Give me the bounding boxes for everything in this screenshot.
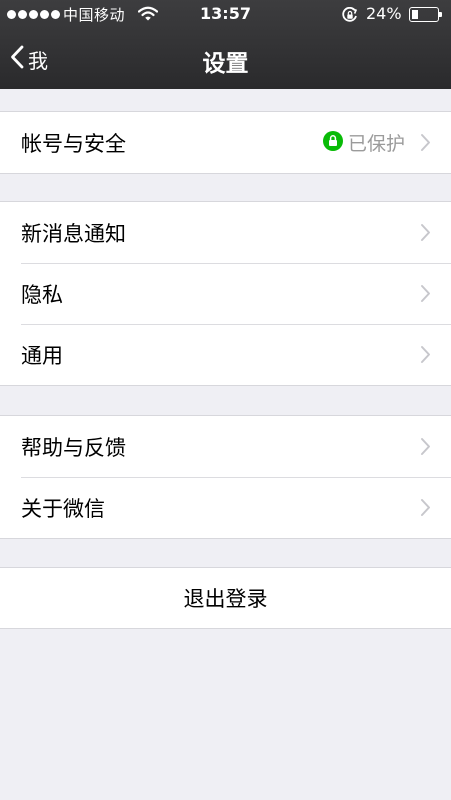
battery-percent: 24% <box>366 4 402 23</box>
battery-icon <box>409 7 443 22</box>
general-cell[interactable]: 通用 <box>0 324 451 385</box>
general-label: 通用 <box>21 343 63 368</box>
info-group: 帮助与反馈 关于微信 <box>0 415 451 539</box>
account-security-cell[interactable]: 帐号与安全 已保护 <box>0 112 451 173</box>
lock-icon <box>322 130 343 155</box>
privacy-label: 隐私 <box>21 282 63 307</box>
privacy-cell[interactable]: 隐私 <box>0 263 451 324</box>
logout-label: 退出登录 <box>183 587 268 611</box>
chevron-right-icon <box>420 345 431 368</box>
account-security-label: 帐号与安全 <box>21 131 126 156</box>
chevron-right-icon <box>420 284 431 307</box>
header: 中国移动 13:57 24% 我 设置 <box>0 0 451 89</box>
help-feedback-cell[interactable]: 帮助与反馈 <box>0 416 451 477</box>
page-title: 设置 <box>202 51 249 77</box>
new-message-notifications-label: 新消息通知 <box>21 221 126 246</box>
chevron-right-icon <box>420 223 431 246</box>
about-wechat-cell[interactable]: 关于微信 <box>0 477 451 538</box>
rotation-lock-icon <box>341 6 359 27</box>
status-bar: 中国移动 13:57 24% <box>0 0 451 30</box>
chevron-right-icon <box>420 498 431 521</box>
navigation-bar: 我 设置 <box>0 30 451 89</box>
new-message-notifications-cell[interactable]: 新消息通知 <box>0 202 451 263</box>
protection-status-text: 已保护 <box>347 133 405 155</box>
protection-status: 已保护 <box>322 129 405 156</box>
chevron-right-icon <box>420 133 431 156</box>
about-wechat-label: 关于微信 <box>21 496 105 521</box>
chevron-right-icon <box>420 437 431 460</box>
preferences-group: 新消息通知 隐私 通用 <box>0 201 451 386</box>
account-group: 帐号与安全 已保护 <box>0 111 451 174</box>
logout-button[interactable]: 退出登录 <box>0 567 451 629</box>
help-feedback-label: 帮助与反馈 <box>21 435 126 460</box>
